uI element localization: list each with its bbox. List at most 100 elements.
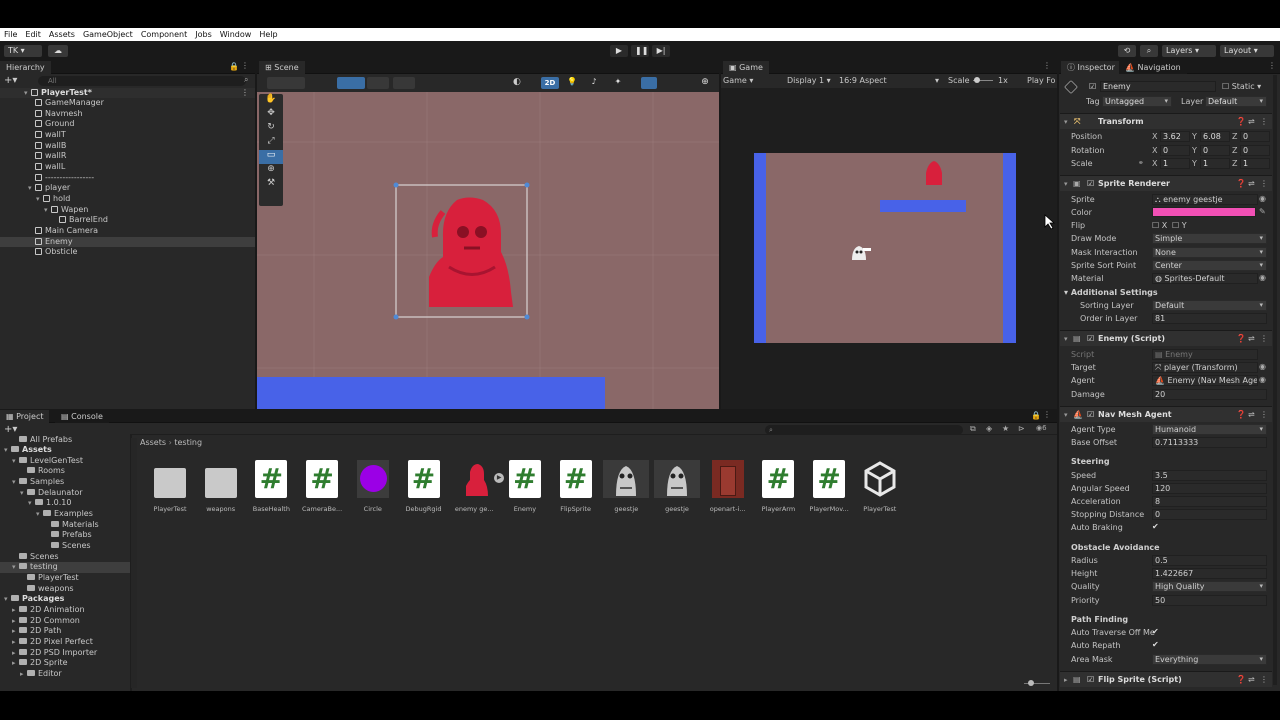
create-icon[interactable]: +▾ xyxy=(4,424,17,435)
acceleration-field[interactable]: 8 xyxy=(1152,496,1267,507)
hierarchy-item[interactable]: Navmesh xyxy=(0,109,255,120)
quality-dropdown[interactable]: High Quality xyxy=(1152,581,1267,592)
menu-help[interactable]: Help xyxy=(255,28,281,41)
component-menu-icon[interactable]: ⋮ xyxy=(1260,407,1268,423)
layers-dropdown[interactable]: Layers ▾ xyxy=(1162,45,1216,57)
transform-scl-z-field[interactable]: 1 xyxy=(1240,158,1270,169)
help-icon[interactable]: ❓ xyxy=(1236,114,1246,130)
project-tree-item[interactable]: ▸ 2D Common xyxy=(0,616,130,627)
tab-console[interactable]: ▤ Console xyxy=(55,410,109,423)
sort-point-dropdown[interactable]: Center xyxy=(1152,260,1267,271)
material-field[interactable]: ◍ Sprites-Default xyxy=(1152,273,1258,284)
filter-type-icon[interactable]: ⧉ xyxy=(970,424,976,434)
hierarchy-item[interactable]: wallL xyxy=(0,162,255,173)
tab-inspector[interactable]: ⓘ Inspector xyxy=(1061,61,1121,74)
sprite-renderer-enabled[interactable]: ☑ xyxy=(1087,176,1094,192)
project-tree-item[interactable]: Scenes xyxy=(0,541,130,552)
menu-assets[interactable]: Assets xyxy=(45,28,79,41)
additional-settings-foldout[interactable]: ▾ Additional Settings xyxy=(1064,288,1158,297)
audio-icon[interactable]: ♪ xyxy=(587,77,601,89)
increment-snap-button[interactable] xyxy=(393,77,415,89)
preset-icon[interactable]: ⇌ xyxy=(1248,407,1255,423)
visibility-toggle[interactable] xyxy=(641,77,657,89)
effects-icon[interactable]: ✦ xyxy=(611,77,625,89)
project-tree-item[interactable]: PlayerTest xyxy=(0,573,130,584)
nav-agent-enabled[interactable]: ☑ xyxy=(1087,407,1094,423)
favorite-icon[interactable]: ★ xyxy=(1002,424,1009,433)
asset-item[interactable]: geestje xyxy=(654,460,700,513)
height-field[interactable]: 1.422667 xyxy=(1152,568,1267,579)
object-picker-icon[interactable]: ◉ xyxy=(1259,375,1266,384)
hierarchy-item[interactable]: wallR xyxy=(0,151,255,162)
color-swatch[interactable] xyxy=(1152,207,1256,217)
transform-pos-x-field[interactable]: 3.62 xyxy=(1160,131,1190,142)
hierarchy-item[interactable]: BarrelEnd xyxy=(0,215,255,226)
enemy-script-header[interactable]: ▾ ▤ ☑ Enemy (Script) ❓ ⇌ ⋮ xyxy=(1060,330,1272,346)
project-tree-item[interactable]: weapons xyxy=(0,584,130,595)
damage-field[interactable]: 20 xyxy=(1152,389,1267,400)
component-menu-icon[interactable]: ⋮ xyxy=(1260,114,1268,130)
scene-root-row[interactable]: ▾ PlayerTest* ⋮ xyxy=(0,87,255,99)
account-button[interactable]: TK ▾ xyxy=(4,45,42,57)
transform-pos-z-field[interactable]: 0 xyxy=(1240,131,1270,142)
search-options-icon[interactable]: ⌕ xyxy=(244,75,248,85)
cloud-icon[interactable]: ☁ xyxy=(48,45,68,57)
transform-rot-x-field[interactable]: 0 xyxy=(1160,145,1190,156)
auto-braking-checkbox[interactable]: ✔ xyxy=(1152,522,1159,531)
menu-gameobject[interactable]: GameObject xyxy=(79,28,137,41)
component-menu-icon[interactable]: ⋮ xyxy=(1260,176,1268,192)
grid-snap-button[interactable] xyxy=(367,77,389,89)
project-tree-item[interactable]: ▸ 2D Pixel Perfect xyxy=(0,637,130,648)
scene-viewport[interactable]: ✋ ✥ ↻ ⤢ ▭ ⊕ ⚒ xyxy=(257,92,719,409)
object-picker-icon[interactable]: ◉ xyxy=(1259,273,1266,282)
menu-window[interactable]: Window xyxy=(216,28,256,41)
hierarchy-search-input[interactable]: All xyxy=(38,76,246,86)
hand-tool-icon[interactable]: ✋ xyxy=(259,94,283,108)
selection-handle[interactable] xyxy=(393,314,399,320)
mask-interaction-dropdown[interactable]: None xyxy=(1152,247,1267,258)
nav-agent-header[interactable]: ▾ ⛵ ☑ Nav Mesh Agent ❓ ⇌ ⋮ xyxy=(1060,406,1272,422)
game-menu-dots-icon[interactable]: ⋮ xyxy=(1043,61,1051,70)
help-icon[interactable]: ❓ xyxy=(1236,331,1246,347)
project-tree-item[interactable]: ▾ Packages xyxy=(0,594,130,605)
project-tree-item[interactable]: All Prefabs xyxy=(0,435,130,446)
transform-scl-x-field[interactable]: 1 xyxy=(1160,158,1190,169)
project-tree-item[interactable]: ▾ Examples xyxy=(0,509,130,520)
preset-icon[interactable]: ⇌ xyxy=(1248,114,1255,130)
auto-repath-checkbox[interactable]: ✔ xyxy=(1152,640,1159,649)
breadcrumb-assets[interactable]: Assets xyxy=(140,438,166,447)
static-toggle[interactable]: ☐ Static ▾ xyxy=(1222,82,1261,91)
project-tree-scrollbar[interactable] xyxy=(131,438,137,688)
project-tree-item[interactable]: ▾ Samples xyxy=(0,477,130,488)
project-tree-item[interactable]: ▸ 2D Sprite xyxy=(0,658,130,669)
display-dropdown[interactable]: Display 1 ▾ xyxy=(787,76,831,85)
angular-speed-field[interactable]: 120 xyxy=(1152,483,1267,494)
play-icon[interactable]: ▶ xyxy=(610,45,628,57)
selection-handle[interactable] xyxy=(524,182,530,188)
hierarchy-item[interactable]: Main Camera xyxy=(0,226,255,237)
sprite-field[interactable]: ⛬ enemy geestje xyxy=(1152,194,1258,205)
scene-menu-icon[interactable]: ⋮ xyxy=(241,88,249,99)
priority-field[interactable]: 50 xyxy=(1152,595,1267,606)
light-icon[interactable]: 💡 xyxy=(565,77,579,89)
project-tree-item[interactable]: ▾ testing xyxy=(0,562,130,573)
selection-handle[interactable] xyxy=(524,314,530,320)
step-icon[interactable]: ▶| xyxy=(652,45,670,57)
preset-icon[interactable]: ⇌ xyxy=(1248,331,1255,347)
menu-component[interactable]: Component xyxy=(137,28,191,41)
agent-type-dropdown[interactable]: Humanoid xyxy=(1152,424,1267,435)
sorting-layer-dropdown[interactable]: Default xyxy=(1152,300,1267,311)
transform-rot-y-field[interactable]: 0 xyxy=(1200,145,1230,156)
order-in-layer-field[interactable]: 81 xyxy=(1152,313,1267,324)
enemy-script-enabled[interactable]: ☑ xyxy=(1087,331,1094,347)
hierarchy-item[interactable]: GameManager xyxy=(0,98,255,109)
project-tree-item[interactable]: ▾ Assets xyxy=(0,445,130,456)
project-tree-item[interactable]: ▸ 2D PSD Importer xyxy=(0,648,130,659)
agent-field[interactable]: ⛵ Enemy (Nav Mesh Agent) xyxy=(1152,375,1258,386)
hierarchy-item[interactable]: Ground xyxy=(0,119,255,130)
rotate-tool-icon[interactable]: ↻ xyxy=(259,122,283,136)
icon-size-slider-thumb[interactable] xyxy=(1028,680,1034,686)
tag-icon[interactable]: ⊳ xyxy=(1018,424,1025,433)
scale-slider-thumb[interactable] xyxy=(974,77,980,83)
asset-item[interactable]: geestje xyxy=(603,460,650,513)
